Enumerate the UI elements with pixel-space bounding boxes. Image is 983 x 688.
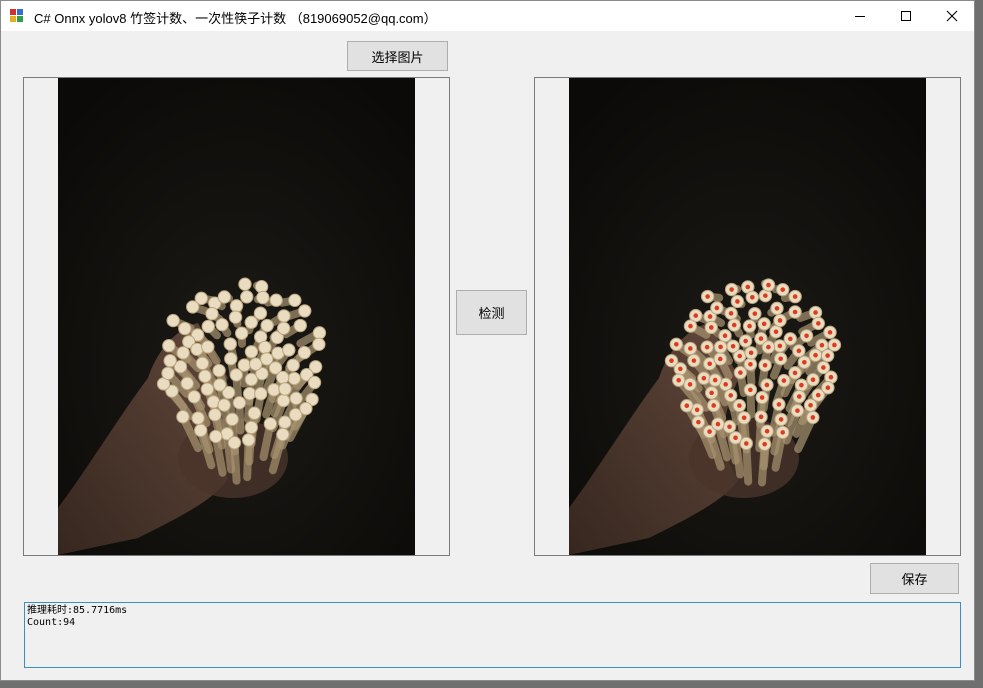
output-textbox[interactable]: 推理耗时:85.7716ms Count:94 <box>24 602 961 668</box>
source-image-box <box>23 77 450 556</box>
title-bar[interactable]: C# Onnx yolov8 竹签计数、一次性筷子计数 （819069052@q… <box>1 1 974 31</box>
select-image-button[interactable]: 选择图片 <box>347 41 448 71</box>
save-button[interactable]: 保存 <box>870 563 959 594</box>
inference-time-line: 推理耗时:85.7716ms <box>27 605 128 616</box>
close-icon <box>946 10 958 22</box>
app-icon <box>10 9 24 23</box>
maximize-button[interactable] <box>883 1 929 31</box>
result-image-box <box>534 77 961 556</box>
source-image <box>58 78 415 555</box>
main-window: C# Onnx yolov8 竹签计数、一次性筷子计数 （819069052@q… <box>0 0 975 681</box>
minimize-icon <box>855 16 865 17</box>
detect-button[interactable]: 检测 <box>456 290 527 335</box>
minimize-button[interactable] <box>837 1 883 31</box>
result-image <box>569 78 926 555</box>
window-title: C# Onnx yolov8 竹签计数、一次性筷子计数 （819069052@q… <box>34 11 437 26</box>
maximize-icon <box>901 11 911 21</box>
close-button[interactable] <box>929 1 975 31</box>
count-line: Count:94 <box>27 617 76 628</box>
